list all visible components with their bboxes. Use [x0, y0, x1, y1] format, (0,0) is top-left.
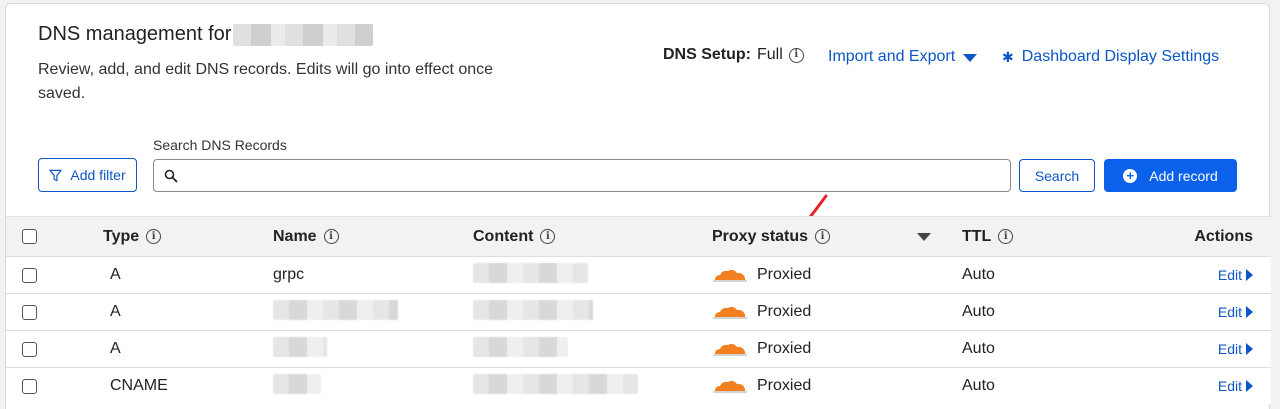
record-type: CNAME — [110, 377, 168, 394]
record-type: A — [110, 340, 121, 357]
add-record-label: Add record — [1149, 167, 1218, 184]
record-ttl: Auto — [962, 266, 995, 283]
caret-right-icon — [1246, 343, 1253, 355]
redacted-domain — [233, 23, 374, 46]
column-header-ttl-label: TTL — [962, 227, 992, 245]
edit-button[interactable]: Edit — [1218, 341, 1253, 357]
table-row: A Proxied Auto Edit — [6, 293, 1271, 330]
info-icon[interactable]: i — [323, 229, 339, 244]
table-row: A Proxied Auto Edit — [6, 330, 1271, 367]
record-name-redacted — [273, 336, 327, 362]
edit-button[interactable]: Edit — [1218, 267, 1253, 283]
dns-setup-value: Full — [757, 46, 783, 63]
sort-caret-down-icon[interactable] — [917, 232, 931, 241]
info-icon[interactable]: i — [540, 229, 556, 244]
row-checkbox[interactable] — [22, 304, 37, 320]
select-all-checkbox[interactable] — [22, 229, 37, 244]
edit-label: Edit — [1217, 378, 1242, 394]
column-header-proxy-status-label: Proxy status — [712, 227, 809, 245]
proxy-status-label: Proxied — [757, 303, 812, 320]
proxy-status: Proxied — [712, 340, 811, 358]
search-label: Search DNS Records — [153, 137, 287, 153]
add-record-button[interactable]: + Add record — [1104, 159, 1237, 192]
column-header-proxy-status[interactable]: Proxy status i — [712, 227, 831, 246]
search-box[interactable] — [153, 159, 1011, 192]
gear-icon: ✱ — [1002, 48, 1014, 65]
filter-icon — [49, 169, 63, 181]
import-export-label: Import and Export — [828, 48, 956, 65]
caret-right-icon — [1246, 306, 1253, 318]
column-header-name-label: Name — [273, 227, 317, 245]
add-filter-button[interactable]: Add filter — [38, 158, 137, 192]
cloud-icon — [713, 269, 747, 282]
table-header: Type i Name i Content i Proxy status i T… — [6, 216, 1271, 256]
page-title: DNS management for — [38, 23, 374, 46]
dashboard-display-settings-link[interactable]: ✱ Dashboard Display Settings — [1002, 48, 1219, 66]
dns-setup-label: DNS Setup: — [663, 46, 751, 63]
record-name: grpc — [273, 266, 305, 283]
info-icon[interactable]: i — [815, 229, 831, 244]
edit-button[interactable]: Edit — [1218, 378, 1253, 394]
row-checkbox[interactable] — [22, 341, 37, 357]
column-header-type[interactable]: Type i — [103, 227, 162, 246]
row-checkbox[interactable] — [22, 378, 37, 394]
add-filter-label: Add filter — [70, 167, 126, 183]
display-settings-label: Dashboard Display Settings — [1021, 48, 1220, 65]
dns-setup: DNS Setup: Full i — [663, 46, 804, 64]
record-ttl: Auto — [962, 303, 995, 320]
dns-records-table: Type i Name i Content i Proxy status i T… — [6, 216, 1271, 404]
row-checkbox[interactable] — [22, 267, 37, 283]
proxy-status-label: Proxied — [757, 340, 812, 357]
record-ttl: Auto — [962, 377, 995, 394]
edit-label: Edit — [1217, 304, 1242, 320]
import-export-dropdown[interactable]: Import and Export — [828, 48, 978, 66]
search-input[interactable] — [188, 160, 1010, 191]
info-icon[interactable]: i — [998, 229, 1014, 244]
column-header-content-label: Content — [473, 227, 534, 245]
edit-button[interactable]: Edit — [1218, 304, 1253, 320]
table-row: A grpc Proxied Auto Edit — [6, 256, 1271, 293]
edit-label: Edit — [1217, 267, 1242, 283]
proxy-status: Proxied — [712, 377, 811, 395]
column-header-content[interactable]: Content i — [473, 227, 556, 246]
column-header-actions: Actions — [1194, 227, 1253, 245]
column-header-ttl[interactable]: TTL i — [962, 227, 1014, 246]
cloud-icon — [713, 306, 747, 319]
proxy-status: Proxied — [712, 303, 811, 321]
record-content-redacted — [473, 373, 638, 399]
cloud-icon — [713, 343, 747, 356]
caret-right-icon — [1246, 269, 1253, 281]
info-icon[interactable]: i — [146, 229, 162, 244]
cloud-icon — [713, 380, 747, 393]
dns-management-card: DNS management for Review, add, and edit… — [5, 3, 1271, 409]
caret-right-icon — [1246, 380, 1253, 392]
column-header-name[interactable]: Name i — [273, 228, 339, 246]
info-icon[interactable]: i — [788, 47, 804, 63]
record-ttl: Auto — [962, 340, 995, 357]
proxy-status-label: Proxied — [757, 377, 812, 394]
record-content-redacted — [473, 336, 568, 362]
column-header-type-label: Type — [103, 227, 140, 245]
chevron-down-icon — [963, 54, 978, 62]
proxy-status-label: Proxied — [757, 266, 812, 283]
edit-label: Edit — [1217, 341, 1242, 357]
table-row: CNAME Proxied Auto Edit — [6, 367, 1271, 404]
page-title-text: DNS management for — [38, 23, 232, 45]
record-name-redacted — [273, 299, 398, 325]
record-type: A — [110, 266, 121, 283]
proxy-status: Proxied — [712, 266, 811, 284]
plus-circle-icon: + — [1123, 168, 1138, 183]
search-button[interactable]: Search — [1019, 159, 1095, 192]
record-type: A — [110, 303, 121, 320]
search-icon — [154, 169, 188, 183]
page-description: Review, add, and edit DNS records. Edits… — [38, 61, 494, 102]
record-name-redacted — [273, 373, 321, 399]
record-content-redacted — [473, 299, 593, 325]
record-content-redacted — [473, 262, 588, 288]
